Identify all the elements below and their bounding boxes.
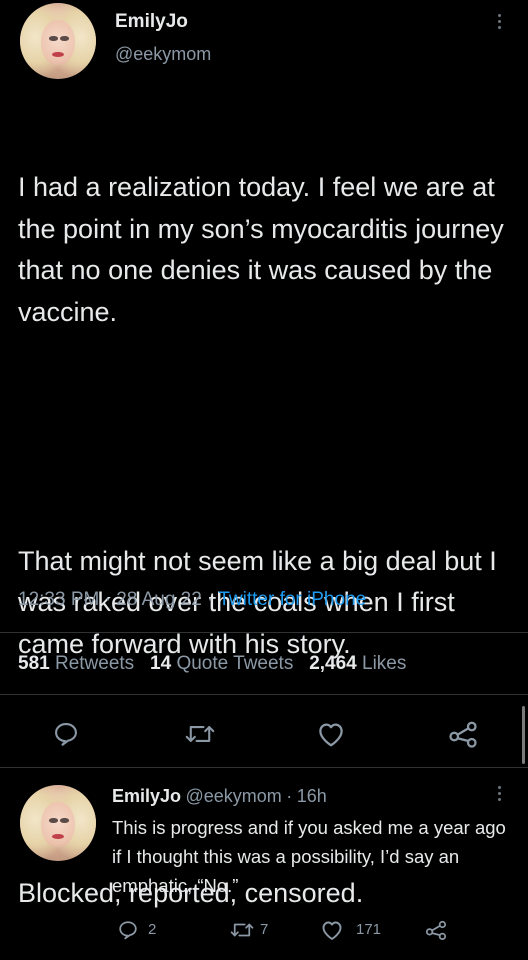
tweet-date[interactable]: 28 Aug 22 — [116, 589, 202, 610]
meta-separator: · — [104, 589, 111, 610]
divider — [0, 632, 528, 633]
reply-replies-count: 2 — [148, 921, 157, 938]
retweets-stat[interactable]: 581 Retweets — [18, 653, 139, 674]
reply-likes-count: 171 — [356, 921, 382, 938]
meta-separator: · — [286, 786, 293, 806]
reply-retweets-count: 7 — [260, 921, 269, 938]
reply-retweet-icon[interactable] — [230, 920, 254, 940]
reply-like-icon[interactable] — [320, 919, 344, 941]
scrollbar-thumb[interactable] — [522, 706, 525, 764]
reply-header: EmilyJo @eekymom · 16h — [112, 786, 327, 807]
tweet-source-link[interactable]: Twitter for iPhone — [218, 589, 366, 610]
reply-timestamp[interactable]: 16h — [297, 786, 327, 806]
reply-author-avatar[interactable] — [20, 785, 96, 861]
tweet-metadata: 12:33 PM · 28 Aug 22 · Twitter for iPhon… — [18, 589, 366, 611]
reply-text: This is progress and if you asked me a y… — [112, 817, 506, 896]
like-icon[interactable] — [316, 720, 346, 748]
reply-handle[interactable]: @eekymom — [185, 786, 281, 806]
reply-reply-icon[interactable] — [117, 919, 139, 941]
divider — [0, 694, 528, 695]
author-handle[interactable]: @eekymom — [115, 44, 211, 65]
reply-display-name[interactable]: EmilyJo — [112, 786, 181, 806]
reply-icon[interactable] — [52, 720, 80, 748]
reply-share-icon[interactable] — [425, 919, 447, 941]
tweet-stats: 581 Retweets 14 Quote Tweets 2,464 Likes — [18, 653, 406, 675]
share-icon[interactable] — [448, 720, 478, 748]
likes-stat[interactable]: 2,464 Likes — [309, 653, 406, 674]
meta-separator: · — [207, 589, 214, 610]
quote-tweets-stat[interactable]: 14 Quote Tweets — [150, 653, 299, 674]
divider — [0, 767, 528, 768]
more-options-icon[interactable] — [497, 14, 501, 32]
author-display-name[interactable]: EmilyJo — [115, 11, 188, 33]
retweet-icon[interactable] — [185, 721, 215, 747]
tweet-paragraph: I had a realization today. I feel we are… — [18, 172, 512, 327]
reply-more-options-icon[interactable] — [497, 786, 501, 804]
tweet-time[interactable]: 12:33 PM — [18, 589, 99, 610]
author-avatar[interactable] — [20, 3, 96, 79]
